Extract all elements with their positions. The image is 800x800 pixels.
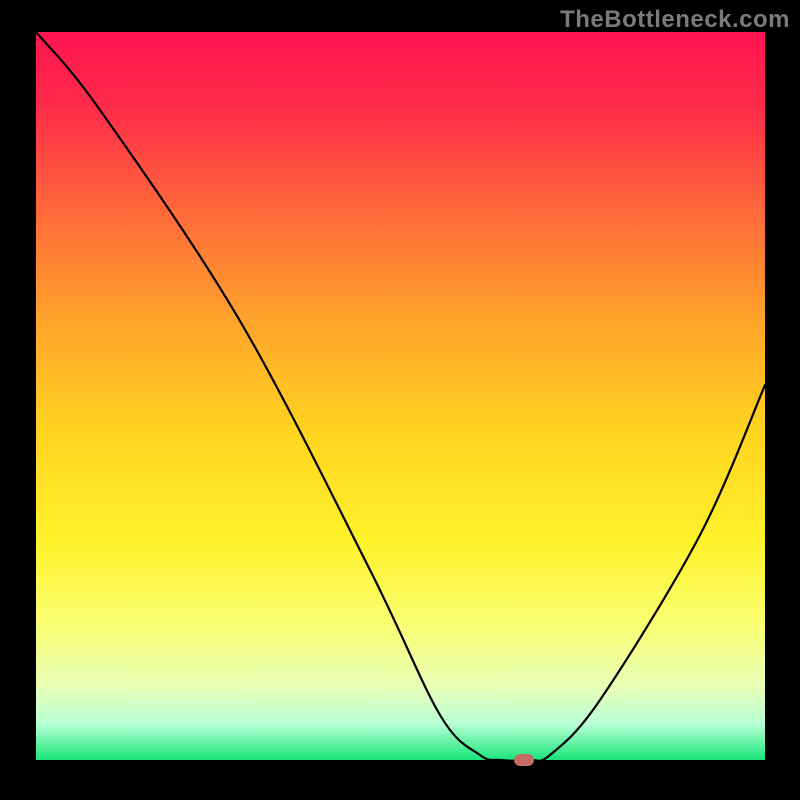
watermark-text: TheBottleneck.com [560,6,790,34]
optimal-marker [514,754,534,766]
chart-svg [0,0,800,800]
plot-background [36,32,765,760]
bottleneck-chart: TheBottleneck.com [0,0,800,800]
